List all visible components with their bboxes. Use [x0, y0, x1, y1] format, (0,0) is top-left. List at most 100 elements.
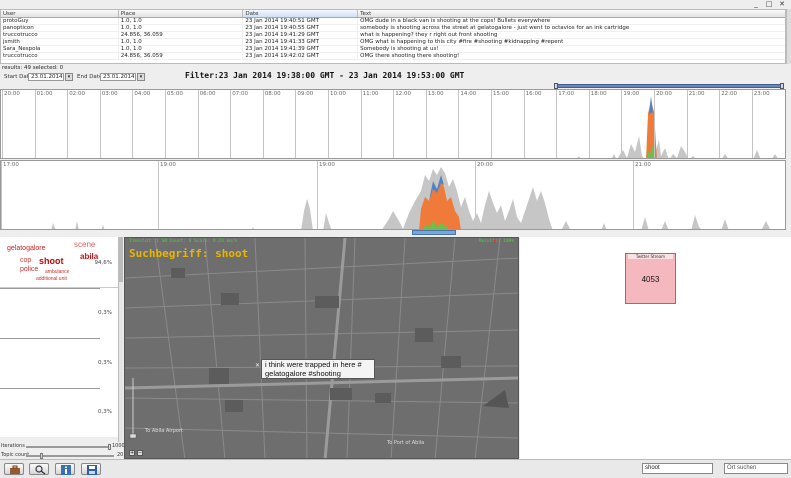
table-cell: 1.0, 1.0 — [119, 39, 244, 45]
results-count: results: 49 selected: 0 — [2, 65, 64, 71]
topic-percent: 0,3% — [98, 409, 112, 415]
timeline-tick — [317, 161, 318, 229]
timeline-overview[interactable]: 20:00 01:00 02:00 03:00 04:00 05:00 06:00 07:00… — [0, 89, 786, 159]
topic-list: 94,6% 0,3% 0,3% 0,3% — [0, 260, 118, 437]
column-header-text[interactable]: Text — [358, 10, 785, 17]
location-search-input[interactable]: Ort suchen — [724, 463, 788, 474]
table-row[interactable]: truccotrucco 24.856, 36.059 23 Jan 2014 19… — [1, 53, 785, 60]
table-cell: 1.0, 1.0 — [119, 25, 244, 31]
table-cell: truccotrucco — [1, 53, 119, 59]
map-view[interactable]: Suchbegriff: shoot Timeslot: 1 SN Count:… — [124, 237, 519, 459]
tweet-popup[interactable]: i think were trapped in here # gelatogal… — [261, 359, 375, 379]
topic-scroll-thumb[interactable] — [119, 237, 123, 282]
cloud-word[interactable]: additional unit — [36, 276, 67, 282]
iterations-value: 1000 — [112, 443, 125, 449]
search-map-button[interactable] — [29, 463, 49, 475]
start-calendar-icon[interactable]: ▾ — [65, 73, 73, 81]
table-cell: Somebody is shooting at us! — [360, 46, 439, 52]
table-cell: 23 Jan 2014 19:41:33 GMT — [243, 39, 359, 45]
timeline-tick — [230, 90, 232, 158]
minimize-icon[interactable]: _ — [751, 0, 761, 8]
table-cell: 24.856, 36.059 — [119, 53, 244, 59]
iterations-slider-track[interactable] — [26, 446, 110, 448]
detail-range-indicator[interactable] — [412, 230, 456, 235]
timeline-tick — [686, 90, 688, 158]
topic-scrollbar[interactable] — [118, 237, 123, 442]
zoom-out-button[interactable]: − — [137, 450, 143, 456]
briefcase-icon — [10, 465, 20, 474]
table-cell: truccotrucco — [1, 32, 119, 38]
timeline-tick — [360, 90, 362, 158]
timeline-tick-label: 21:00 — [635, 162, 651, 168]
map-zoom-controls: + − — [129, 450, 143, 456]
cloud-word[interactable]: cop — [20, 257, 31, 264]
table-cell: 23 Jan 2014 19:41:39 GMT — [243, 46, 359, 52]
table-scrollbar[interactable] — [786, 9, 791, 64]
column-header-date[interactable]: Date — [243, 10, 359, 17]
end-calendar-icon[interactable]: ▾ — [137, 73, 145, 81]
timeline-tick — [621, 90, 623, 158]
table-cell: panopticon — [1, 25, 119, 31]
cloud-word[interactable]: police — [20, 266, 38, 273]
table-cell: what is happening? they r right out fron… — [360, 32, 498, 38]
timeline-tick — [425, 90, 427, 158]
window-controls: _ □ ✕ — [751, 0, 791, 8]
table-cell: OMG there shooting there shooting! — [360, 53, 460, 59]
close-icon[interactable]: ✕ — [777, 0, 787, 8]
timeline-tick — [165, 90, 166, 158]
table-row[interactable]: Sara_Nespola 1.0, 1.0 23 Jan 2014 19:41:39… — [1, 46, 785, 53]
timeline-detail[interactable]: 17:00 19:00 19:00 20:00 21:00 — [0, 160, 786, 230]
timeline-tick — [751, 90, 753, 158]
table-row[interactable]: protoGuy 1.0, 1.0 23 Jan 2014 19:40:51 GMT… — [1, 18, 785, 25]
table-cell: protoGuy — [1, 18, 119, 24]
timeline-tick — [523, 90, 525, 158]
table-row[interactable]: panopticon 1.0, 1.0 23 Jan 2014 19:40:55 G… — [1, 25, 785, 32]
tweet-table: User Place Date Text protoGuy 1.0, 1.0 23 … — [0, 9, 786, 64]
magnifier-icon — [35, 465, 46, 475]
timeline-tick-label: 02:00 — [69, 91, 86, 97]
activity-area-blue — [649, 96, 653, 114]
topic-percent: 0,3% — [98, 360, 112, 366]
zoom-in-button[interactable]: + — [129, 450, 135, 456]
tweet-close-icon[interactable]: ✕ — [255, 362, 260, 369]
table-cell: 1.0, 1.0 — [119, 18, 244, 24]
table-cell: 24.856, 36.059 — [119, 32, 244, 38]
timeline-tick — [2, 90, 3, 158]
table-body: protoGuy 1.0, 1.0 23 Jan 2014 19:40:51 GMT… — [1, 18, 785, 60]
twitter-stream-node[interactable]: Twitter Stream 4053 — [625, 253, 676, 304]
end-date-input[interactable]: 23.01.2014 — [100, 73, 136, 81]
cloud-word[interactable]: ambulance — [45, 269, 69, 275]
timeline-tick-label: 07:00 — [232, 91, 249, 97]
keyword-search-input[interactable]: shoot — [642, 463, 713, 474]
timeline-tick-label: 14:00 — [460, 91, 477, 97]
briefcase-button[interactable] — [4, 463, 24, 475]
column-header-place[interactable]: Place — [119, 10, 244, 17]
timeline-tick-label: 23:00 — [753, 91, 770, 97]
map-status-left: Timeslot: 1 SN Count: 0 Scale: 0.23 km/h — [129, 239, 238, 244]
timeline-tick — [67, 90, 69, 158]
cloud-word[interactable]: scene — [74, 240, 95, 249]
cloud-word[interactable]: shoot — [39, 256, 64, 266]
timeline-tick-label: 13:00 — [427, 91, 444, 97]
table-cell: jsmith — [1, 39, 119, 45]
cloud-word[interactable]: gelatogalore — [7, 245, 46, 252]
timeline-tick — [475, 161, 476, 229]
iterations-slider-handle[interactable] — [108, 444, 111, 450]
timeline-tick — [458, 90, 460, 158]
timeline-tick — [132, 90, 134, 158]
timeline-tick-label: 04:00 — [134, 91, 151, 97]
timeline-tick — [262, 90, 264, 158]
timeline-tick-label: 12:00 — [395, 91, 412, 97]
save-button[interactable] — [81, 463, 101, 475]
table-row[interactable]: jsmith 1.0, 1.0 23 Jan 2014 19:41:33 GMT OM… — [1, 39, 785, 46]
timeline-tick — [491, 90, 492, 158]
timeline-tick-label: 19:00 — [160, 162, 176, 168]
info-button[interactable] — [55, 463, 75, 475]
map-search-title: Suchbegriff: shoot — [129, 247, 249, 260]
column-header-user[interactable]: User — [1, 10, 119, 17]
maximize-icon[interactable]: □ — [764, 0, 774, 8]
start-date-input[interactable]: 23.01.2014 — [28, 73, 64, 81]
activity-area-grey — [577, 118, 778, 158]
time-range-slider[interactable] — [554, 83, 784, 89]
table-row[interactable]: truccotrucco 24.856, 36.059 23 Jan 2014 19… — [1, 32, 785, 39]
